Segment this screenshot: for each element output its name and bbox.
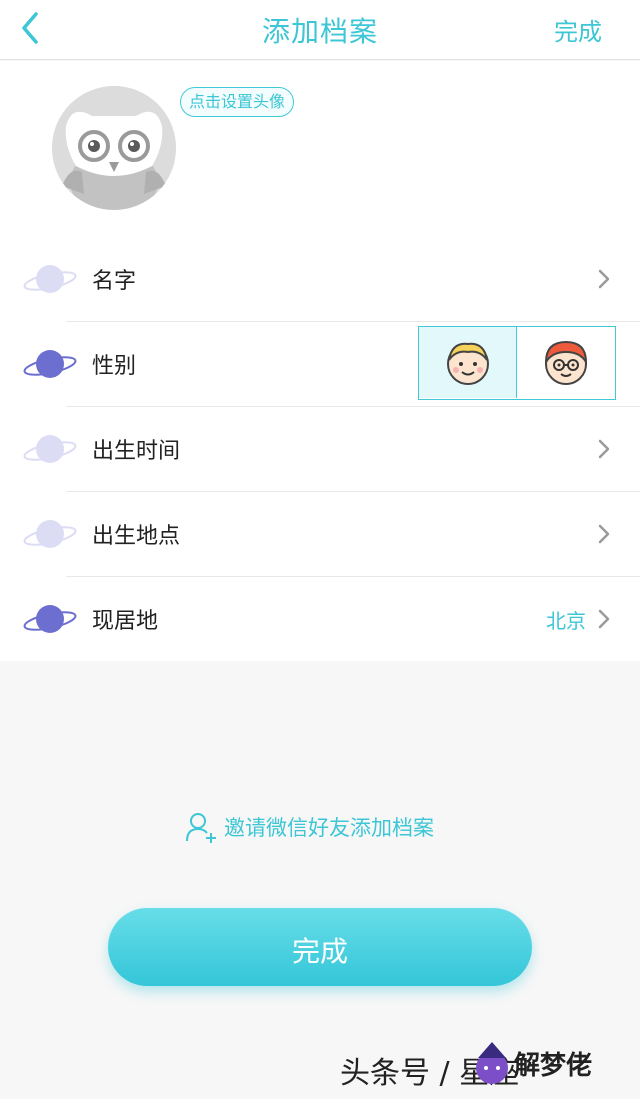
watermark-logo: 解梦佬 [476,1042,592,1084]
row-label: 出生时间 [92,439,181,464]
done-button[interactable]: 完成 [554,12,602,47]
residence-value: 北京 [546,609,586,633]
svg-text:解梦佬: 解梦佬 [514,1051,592,1081]
row-label: 名字 [92,269,137,294]
owl-icon [52,86,176,210]
avatar[interactable] [52,86,176,210]
planet-icon [23,265,77,293]
planet-icon [23,435,77,463]
chevron-right-icon [598,439,610,459]
chevron-right-icon [598,609,610,629]
submit-button[interactable]: 完成 [108,908,532,986]
nav-bar: 添加档案 完成 [0,0,640,60]
chevron-right-icon [598,269,610,289]
row-label: 出生地点 [92,524,181,549]
chevron-right-icon [598,524,610,544]
male-option[interactable] [517,327,615,398]
boy-face-icon [544,340,588,385]
female-option[interactable] [419,327,517,398]
row-label: 现居地 [92,609,159,634]
page-title: 添加档案 [261,15,378,48]
row-name[interactable]: 名字 [0,237,640,322]
planet-icon [23,605,77,633]
add-user-icon [186,813,216,843]
set-avatar-tip[interactable]: 点击设置头像 [180,87,295,117]
submit-button-label: 完成 [291,935,348,968]
girl-face-icon [447,342,489,385]
planet-icon [23,520,77,548]
invite-label: 邀请微信好友添加档案 [224,816,434,840]
gender-selector [418,326,616,400]
row-birth-place[interactable]: 出生地点 [0,492,640,577]
row-residence[interactable]: 现居地 北京 [0,577,640,662]
row-birth-time[interactable]: 出生时间 [0,407,640,492]
row-label: 性别 [92,354,137,379]
planet-icon [23,350,77,378]
